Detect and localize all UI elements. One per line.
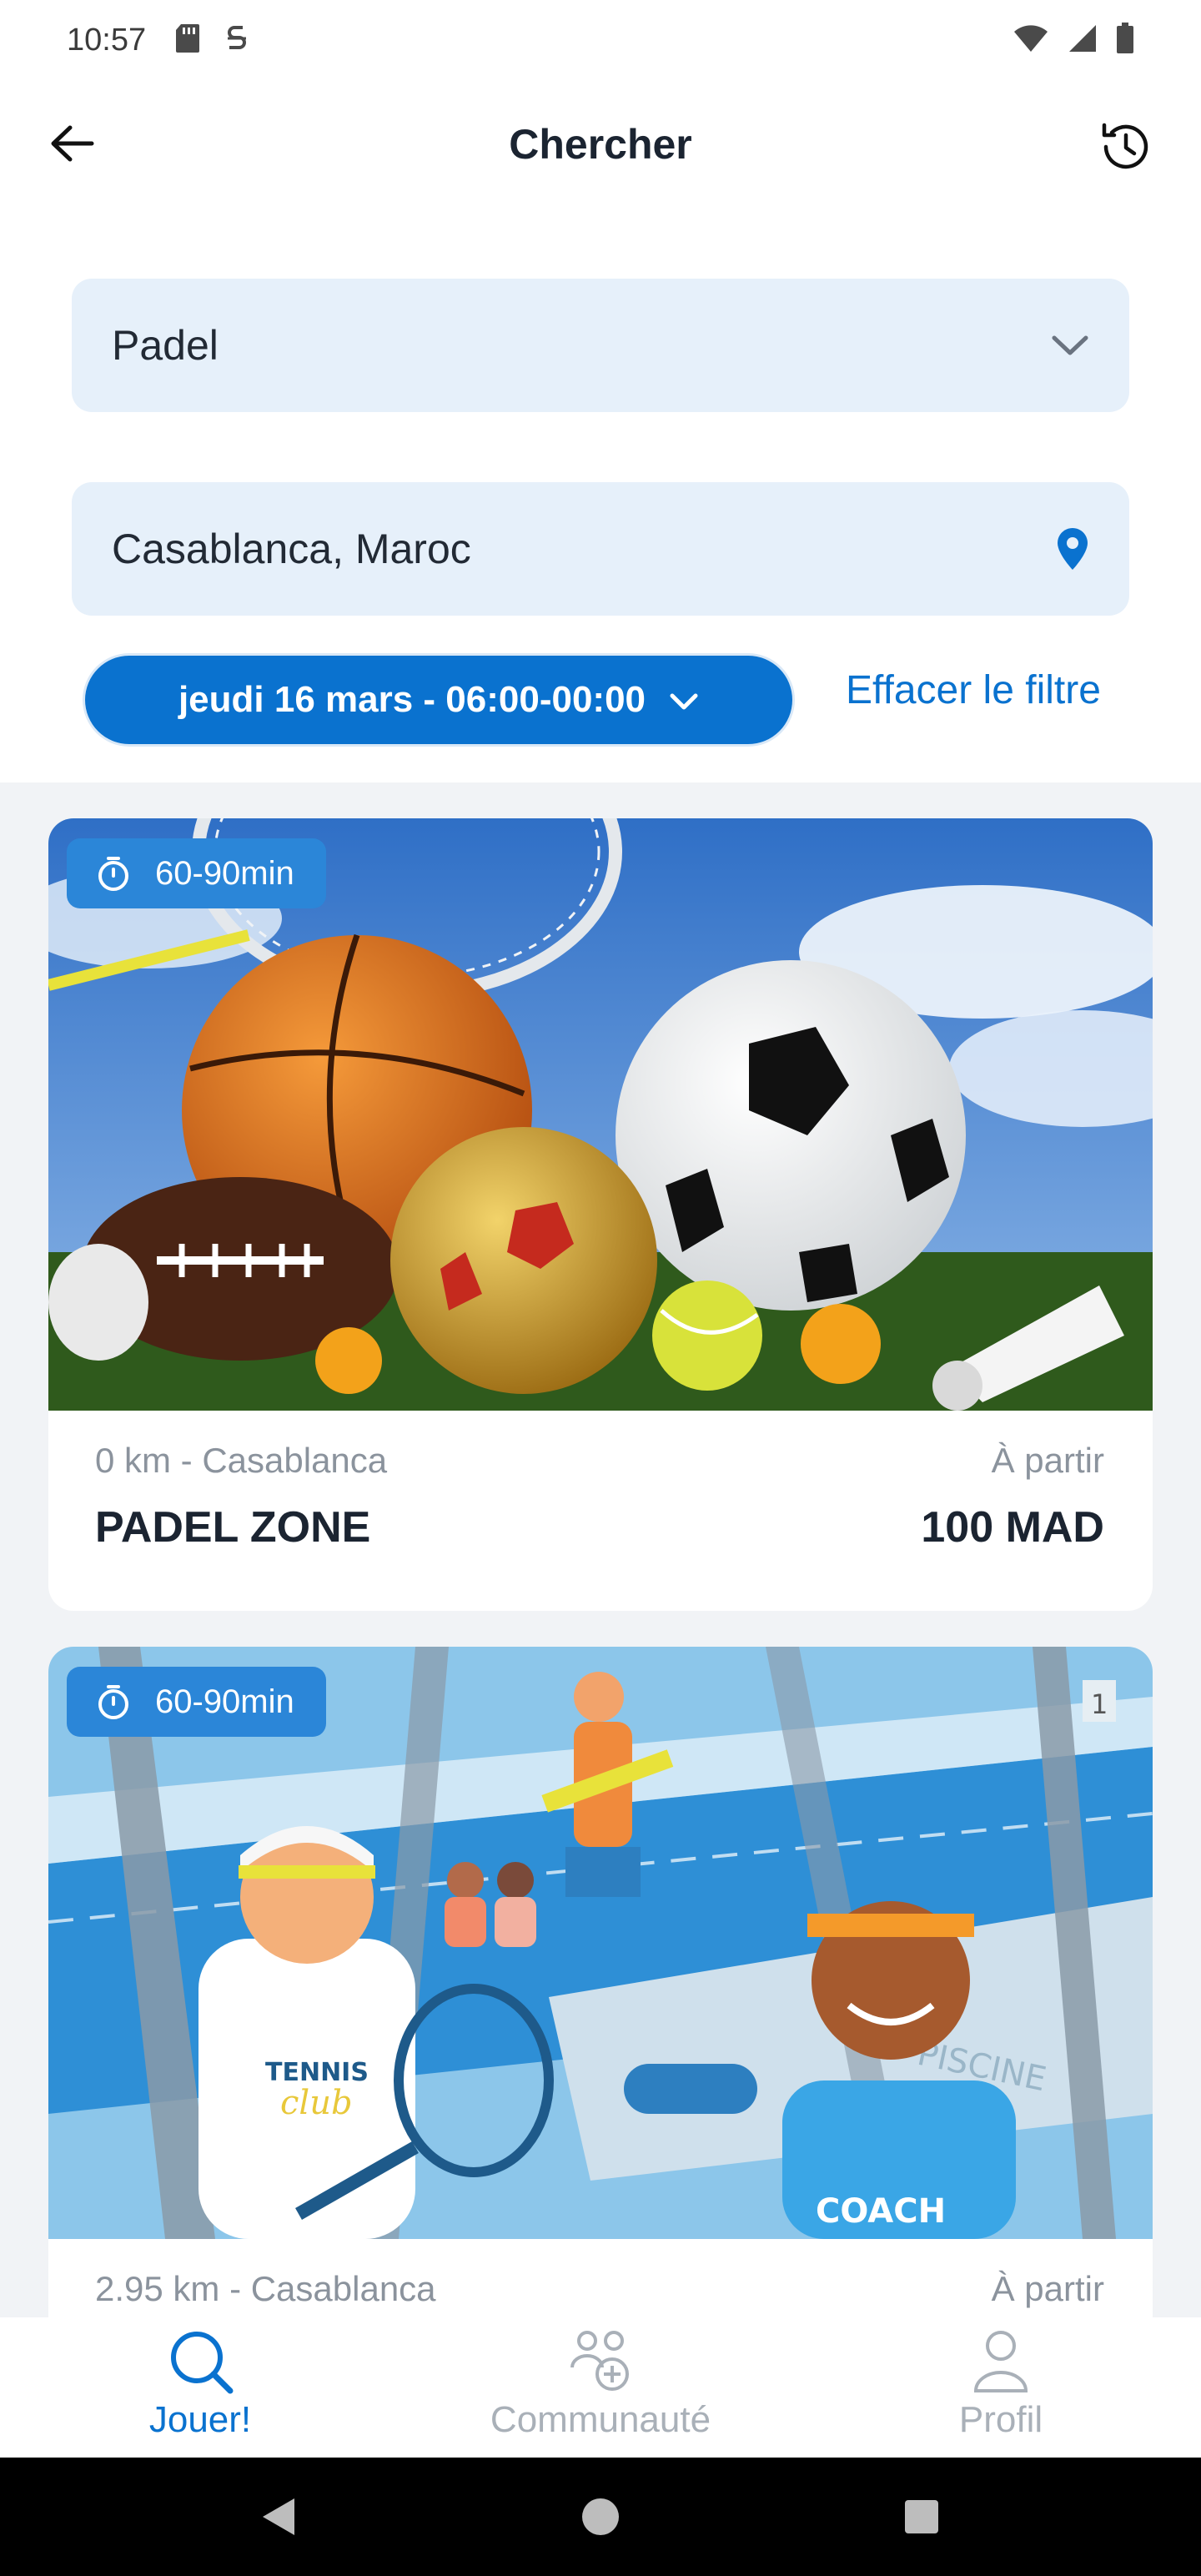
- system-back-button[interactable]: [250, 2489, 305, 2544]
- timer-icon: [98, 857, 128, 891]
- venue-distance: 0 km - Casablanca: [95, 1441, 388, 1480]
- signal-icon: [1068, 23, 1098, 58]
- sd-card-icon: [174, 23, 201, 58]
- location-field[interactable]: Casablanca, Maroc: [72, 482, 1129, 616]
- timer-icon: [98, 1685, 128, 1719]
- status-time: 10:57: [67, 22, 147, 58]
- system-nav-bar: [0, 2458, 1201, 2576]
- venue-image-sports-balls: 60-90min: [48, 818, 1153, 1411]
- price-prefix: À partir: [991, 1441, 1104, 1480]
- nav-label: Jouer!: [148, 2399, 252, 2440]
- results-list[interactable]: 60-90min 0 km - Casablanca À partir PADE…: [0, 782, 1201, 2317]
- system-home-button[interactable]: [573, 2489, 628, 2544]
- duration-label: 60-90min: [155, 854, 294, 892]
- history-button[interactable]: [1089, 110, 1163, 184]
- nav-tab-profile[interactable]: Profil: [917, 2326, 1084, 2441]
- square-recents-icon: [905, 2500, 938, 2533]
- sport-select-value: Padel: [112, 322, 219, 369]
- profile-icon: [973, 2331, 1028, 2392]
- lane-number-text: 1: [1091, 1688, 1108, 1720]
- location-value: Casablanca, Maroc: [112, 526, 471, 572]
- nav-label: Profil: [958, 2399, 1043, 2440]
- chevron-down-icon: [669, 679, 699, 721]
- battery-icon: [1116, 22, 1134, 58]
- duration-badge: 60-90min: [67, 1667, 326, 1737]
- price-prefix: À partir: [991, 2269, 1104, 2308]
- app-bar: Chercher: [0, 92, 1201, 200]
- location-pin-icon[interactable]: [1056, 526, 1089, 571]
- venue-distance: 2.95 km - Casablanca: [95, 2269, 436, 2308]
- triangle-back-icon: [263, 2498, 294, 2535]
- chevron-down-icon: [1051, 333, 1089, 358]
- date-filter-button[interactable]: jeudi 16 mars - 06:00-00:00: [85, 656, 792, 744]
- status-bar: 10:57: [0, 0, 1201, 80]
- date-filter-label: jeudi 16 mars - 06:00-00:00: [178, 679, 646, 720]
- nav-label: Communauté: [490, 2399, 711, 2440]
- club-logo-text: club: [280, 2084, 353, 2122]
- page-title: Chercher: [509, 121, 692, 168]
- tennis-logo-text: TENNIS: [265, 2058, 369, 2087]
- coach-shirt-text: COACH: [816, 2192, 946, 2231]
- venue-name: PADEL ZONE: [95, 1503, 371, 1552]
- nav-tab-community[interactable]: Communauté: [467, 2326, 734, 2441]
- nav-tab-play[interactable]: Jouer!: [117, 2326, 284, 2441]
- venue-price: 100 MAD: [921, 1503, 1104, 1552]
- venue-card[interactable]: 60-90min 0 km - Casablanca À partir PADE…: [48, 818, 1153, 1611]
- duration-badge: 60-90min: [67, 838, 326, 908]
- community-icon: [570, 2331, 629, 2391]
- storage-icon: [224, 23, 249, 58]
- circle-home-icon: [582, 2498, 619, 2535]
- duration-label: 60-90min: [155, 1683, 294, 1720]
- venue-card[interactable]: PISCINE 1 TENNIS club COACH 60-90min 2.9…: [48, 1647, 1153, 2317]
- search-icon: [171, 2332, 234, 2394]
- history-icon: [1102, 123, 1148, 169]
- bottom-nav: Jouer! Communauté Profil: [0, 2317, 1201, 2458]
- clear-filter-link[interactable]: Effacer le filtre: [846, 667, 1101, 713]
- sport-select[interactable]: Padel: [72, 279, 1129, 412]
- wifi-icon: [1013, 23, 1049, 58]
- system-recents-button[interactable]: [894, 2489, 949, 2544]
- venue-image-tennis-pool: PISCINE 1 TENNIS club COACH 60-90min: [48, 1647, 1153, 2239]
